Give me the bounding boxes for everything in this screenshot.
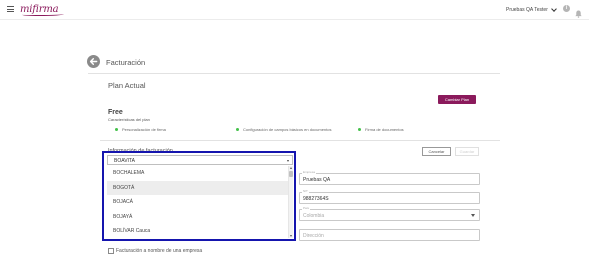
city-options-list: BOCHALEMA BOGOTÁ BOJACÁ BOJAYÁ BOLÍVAR C… bbox=[107, 166, 293, 238]
user-name[interactable]: Pruebas QA Tester bbox=[506, 7, 548, 13]
scrollbar-thumb[interactable] bbox=[289, 171, 293, 177]
info-icon[interactable]: i bbox=[563, 5, 570, 12]
city-option[interactable]: BOLÍVAR Cauca bbox=[107, 224, 288, 238]
company-billing-checkbox-label: Facturación a nombre de una empresa bbox=[116, 248, 203, 254]
plan-feature: Firma de documentos bbox=[358, 127, 404, 132]
bell-icon[interactable] bbox=[575, 5, 582, 23]
check-dot-icon bbox=[236, 128, 239, 132]
change-plan-button[interactable]: Cambiar Plan bbox=[438, 95, 476, 104]
city-option[interactable]: BOJACÁ bbox=[107, 195, 288, 209]
logo-swoosh bbox=[22, 13, 64, 16]
company-billing-checkbox[interactable] bbox=[108, 248, 114, 254]
nit-field-label: NIT bbox=[302, 189, 309, 193]
chevron-down-icon[interactable] bbox=[551, 6, 557, 12]
plan-section-title: Plan Actual bbox=[108, 81, 146, 90]
back-button[interactable] bbox=[87, 55, 100, 68]
country-select-label: País bbox=[302, 206, 311, 210]
address-field-placeholder: Dirección bbox=[303, 233, 324, 239]
scroll-down-icon[interactable] bbox=[290, 235, 292, 237]
nit-field[interactable]: NIT 98827364S bbox=[299, 189, 480, 204]
section-divider bbox=[100, 140, 500, 141]
plan-features-label: Características del plan bbox=[108, 117, 150, 122]
plan-name: Free bbox=[108, 109, 123, 116]
title-divider bbox=[88, 73, 500, 74]
select-caret-icon bbox=[471, 214, 475, 217]
scroll-up-icon[interactable] bbox=[290, 167, 292, 169]
top-bar: mifirma Pruebas QA Tester i bbox=[0, 0, 589, 20]
plan-feature: Configuración de campos básicos en docum… bbox=[236, 127, 332, 132]
company-field[interactable]: Empresa Pruebas QA bbox=[299, 170, 480, 185]
city-option[interactable]: BOJAYÁ bbox=[107, 210, 288, 224]
company-field-label: Empresa bbox=[302, 170, 317, 174]
check-dot-icon bbox=[115, 128, 118, 132]
city-option[interactable]: BOGOTÁ bbox=[107, 180, 288, 195]
plan-feature: Personalización de firma bbox=[115, 127, 166, 132]
check-dot-icon bbox=[358, 128, 361, 132]
plan-feature-label: Firma de documentos bbox=[365, 127, 404, 132]
page-title: Facturación bbox=[106, 58, 146, 67]
dropdown-scrollbar[interactable] bbox=[288, 166, 293, 238]
nit-field-value: 98827364S bbox=[303, 196, 329, 202]
city-dropdown-selected[interactable]: BOAVITA bbox=[107, 155, 293, 165]
cancel-button[interactable]: Cancelar bbox=[422, 147, 451, 156]
address-field[interactable]: Dirección bbox=[299, 229, 480, 241]
city-dropdown-selected-value: BOAVITA bbox=[114, 158, 135, 164]
city-option[interactable]: BOCHALEMA bbox=[107, 166, 288, 180]
city-dropdown[interactable]: BOAVITA BOCHALEMA BOGOTÁ BOJACÁ BOJAYÁ B… bbox=[102, 151, 296, 241]
company-field-value: Pruebas QA bbox=[303, 177, 331, 183]
country-select[interactable]: País Colombia bbox=[299, 206, 480, 221]
hamburger-icon[interactable] bbox=[7, 6, 14, 12]
arrow-left-icon bbox=[89, 58, 98, 65]
save-button[interactable]: Guardar bbox=[455, 147, 479, 156]
dropdown-caret-icon bbox=[287, 160, 289, 162]
country-select-value: Colombia bbox=[303, 213, 325, 219]
plan-feature-label: Personalización de firma bbox=[122, 127, 166, 132]
plan-feature-label: Configuración de campos básicos en docum… bbox=[243, 127, 332, 132]
